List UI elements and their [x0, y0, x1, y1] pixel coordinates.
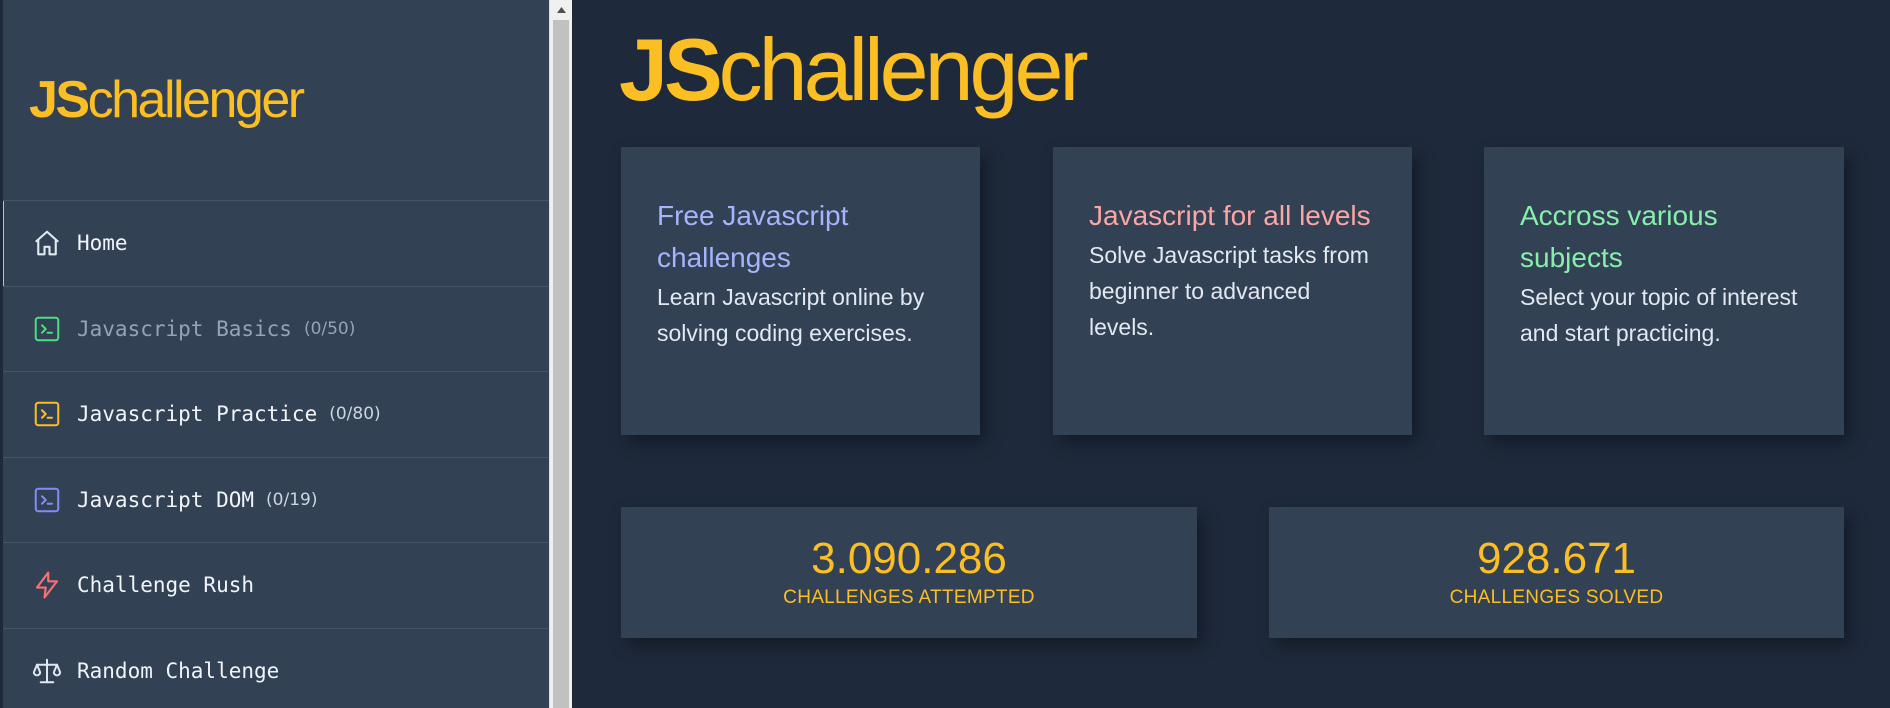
card-text: Solve Javascript tasks from beginner to …	[1089, 242, 1369, 340]
sidebar: JSchallenger Home Javascript Basics (0/5…	[0, 0, 549, 708]
sidebar-item-javascript-basics[interactable]: Javascript Basics (0/50)	[3, 285, 549, 372]
card-title: Javascript for all levels	[1089, 200, 1371, 231]
sidebar-item-label: Home	[77, 231, 128, 256]
stat-challenges-attempted: 3.090.286 CHALLENGES ATTEMPTED	[621, 507, 1197, 638]
logo-js: JS	[619, 20, 723, 119]
logo-rest: challenger	[87, 71, 305, 129]
sidebar-item-label: Javascript DOM	[77, 487, 255, 512]
progress-count: (0/19)	[266, 489, 318, 510]
home-icon	[31, 227, 63, 259]
progress-count: (0/50)	[303, 318, 356, 339]
terminal-icon	[31, 398, 63, 430]
card-title: Accross various subjects	[1520, 200, 1718, 273]
sidebar-nav: Home Javascript Basics (0/50) Javascript…	[3, 200, 549, 708]
logo-js: JS	[29, 71, 90, 129]
scroll-thumb[interactable]	[553, 20, 569, 708]
card-text: Select your topic of interest and start …	[1520, 284, 1798, 346]
stat-challenges-solved: 928.671 CHALLENGES SOLVED	[1269, 507, 1844, 638]
sidebar-item-javascript-dom[interactable]: Javascript DOM (0/19)	[3, 456, 549, 543]
sidebar-top-strip	[3, 0, 549, 45]
sidebar-item-home[interactable]: Home	[3, 200, 549, 286]
sidebar-item-random-challenge[interactable]: Random Challenge	[3, 627, 549, 708]
logo-rest: challenger	[718, 20, 1089, 119]
terminal-icon	[31, 313, 63, 345]
sidebar-item-label: Random Challenge	[77, 658, 280, 683]
scale-icon	[31, 655, 63, 687]
main-logo: JSchallenger	[619, 20, 1089, 119]
sidebar-item-label: Javascript Practice	[77, 402, 318, 427]
stat-value: 928.671	[1476, 534, 1637, 583]
sidebar-logo[interactable]: JSchallenger	[29, 70, 305, 130]
sidebar-scrollbar[interactable]	[549, 0, 572, 708]
feature-card-free: Free Javascript challenges Learn Javascr…	[621, 147, 980, 435]
sidebar-item-challenge-rush[interactable]: Challenge Rush	[3, 542, 549, 628]
sidebar-item-label: Challenge Rush	[77, 573, 255, 598]
stat-label: CHALLENGES SOLVED	[1449, 587, 1664, 608]
card-title: Free Javascript challenges	[657, 200, 849, 273]
stat-value: 3.090.286	[811, 534, 1007, 583]
sidebar-item-javascript-practice[interactable]: Javascript Practice (0/80)	[3, 371, 549, 457]
card-text: Learn Javascript online by solving codin…	[657, 284, 925, 346]
stat-label: CHALLENGES ATTEMPTED	[783, 587, 1035, 608]
sidebar-item-label: Javascript Basics	[77, 316, 292, 341]
feature-card-levels: Javascript for all levels Solve Javascri…	[1053, 147, 1412, 435]
scroll-up-arrow-icon[interactable]	[550, 0, 572, 20]
terminal-icon	[31, 484, 63, 516]
feature-card-subjects: Accross various subjects Select your top…	[1484, 147, 1844, 435]
lightning-icon	[31, 569, 63, 601]
progress-count: (0/80)	[329, 404, 381, 425]
